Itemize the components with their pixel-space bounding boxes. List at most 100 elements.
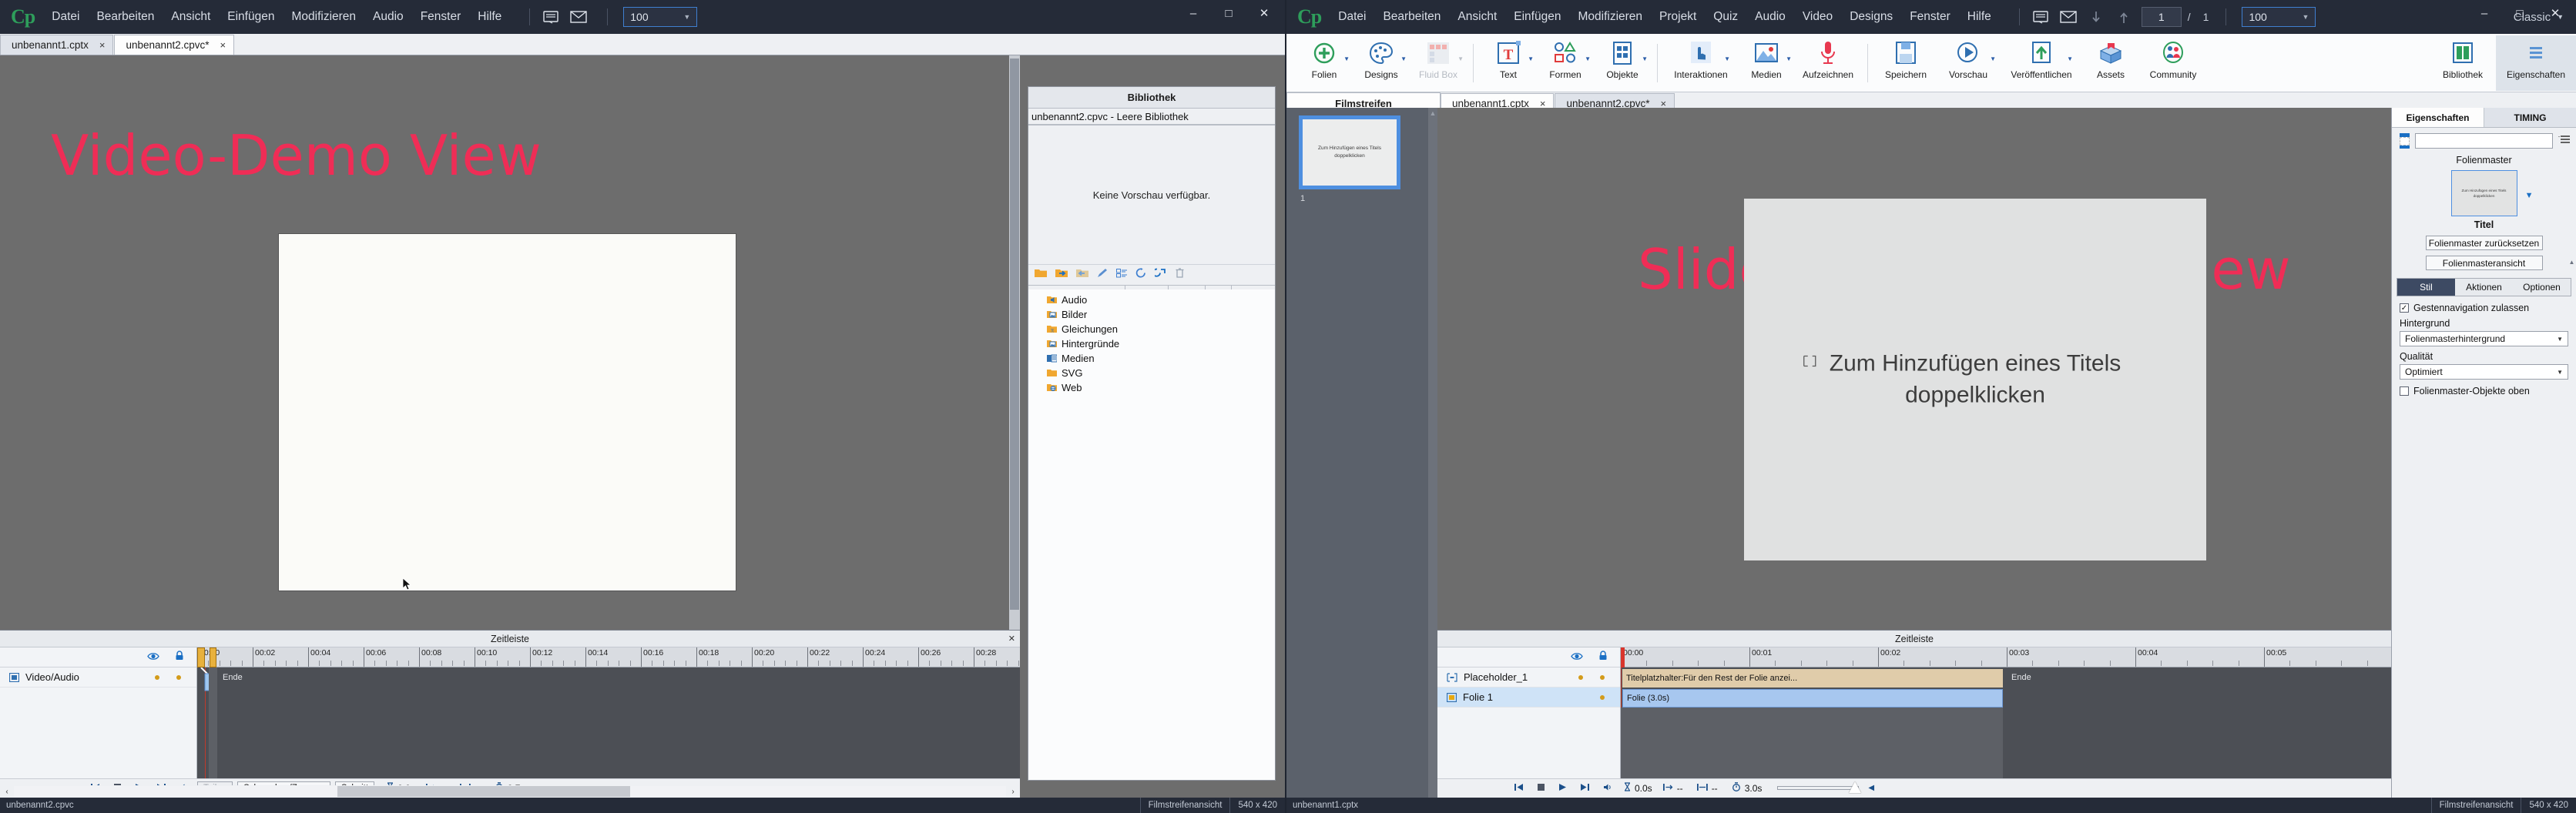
ribbon-button-vorschau[interactable]: ▼ Vorschau (1937, 35, 1999, 91)
playhead-start-marker[interactable] (197, 647, 205, 667)
chevron-down-icon[interactable]: ▼ (1343, 55, 1350, 62)
zoom-level-select[interactable]: 100 ▼ (623, 7, 698, 27)
menu-projekt[interactable]: Projekt (1659, 10, 1696, 24)
title-placeholder[interactable]: Zum Hinzufügen eines Titels doppelklicke… (1803, 349, 2121, 411)
minimize-button[interactable]: – (1176, 2, 1211, 25)
timeline-grid[interactable]: 00:0000:0100:0200:0300:0400:0500:0600:07… (1621, 647, 2391, 778)
timeline-track-folie-1[interactable]: Folie 1 (1437, 688, 1620, 708)
lock-dot[interactable] (176, 674, 181, 680)
filmstrip-scrollbar[interactable]: ▲ (1428, 108, 1437, 798)
tab-eigenschaften[interactable]: Eigenschaften (2392, 108, 2484, 127)
track-toggles[interactable] (1578, 674, 1620, 680)
close-icon[interactable]: ✕ (1008, 634, 1015, 644)
master-view-button[interactable]: Folienmasteransicht (2425, 256, 2543, 270)
reset-master-button[interactable]: Folienmaster zurücksetzen (2425, 236, 2543, 250)
slide-canvas[interactable]: Zum Hinzufügen eines Titels doppelklicke… (1744, 199, 2206, 560)
edit-pencil-icon[interactable] (1097, 268, 1108, 282)
menu-modifizieren[interactable]: Modifizieren (291, 10, 356, 24)
play-icon[interactable] (1558, 783, 1567, 794)
menu-datei[interactable]: Datei (52, 10, 79, 24)
scroll-left-icon[interactable]: ‹ (0, 788, 14, 796)
scroll-up-icon[interactable]: ▲ (1428, 108, 1437, 117)
scrollbar-thumb[interactable] (337, 786, 630, 797)
chevron-down-icon[interactable]: ▼ (1585, 55, 1591, 62)
ribbon-button-objekte[interactable]: ▼ Objekte (1594, 35, 1651, 91)
lock-dot[interactable] (1600, 694, 1605, 700)
chevron-down-icon[interactable]: ▼ (1528, 55, 1534, 62)
menu-fenster[interactable]: Fenster (1910, 10, 1950, 24)
ribbon-button-aufzeichnen[interactable]: Aufzeichnen (1795, 35, 1861, 91)
menu-datei[interactable]: Datei (1338, 10, 1366, 24)
properties-icon[interactable] (1116, 268, 1127, 282)
master-objects-checkbox-row[interactable]: Folienmaster-Objekte oben (2392, 380, 2576, 396)
menu-audio[interactable]: Audio (1755, 10, 1786, 24)
usage-link-icon[interactable] (1152, 268, 1166, 282)
menu-video[interactable]: Video (1803, 10, 1833, 24)
ribbon-button-bibliothek[interactable]: Bibliothek (2430, 35, 2496, 91)
menu-quiz[interactable]: Quiz (1713, 10, 1738, 24)
master-slide-thumbnail[interactable]: Zum Hinzufügen eines Titels doppelklicke… (2450, 170, 2534, 216)
segment-optionen[interactable]: Optionen (2513, 279, 2571, 296)
export-icon[interactable] (1076, 268, 1088, 282)
checkbox[interactable]: ✓ (2400, 303, 2409, 313)
video-canvas[interactable] (279, 234, 736, 591)
segment-aktionen[interactable]: Aktionen (2455, 279, 2513, 296)
tab-timing[interactable]: TIMING (2484, 108, 2576, 127)
skip-end-icon[interactable] (1580, 783, 1590, 794)
mail-icon[interactable] (2058, 8, 2078, 25)
slide-stage[interactable]: Slide-Presentation View Zum Hinzufügen e… (1437, 108, 2391, 798)
list-item[interactable]: Web (1028, 380, 1275, 395)
close-icon[interactable]: × (220, 39, 226, 51)
ribbon-button-formen[interactable]: ▼ Formen (1537, 35, 1594, 91)
timeline-track-placeholder-1[interactable]: Placeholder_1 (1437, 667, 1620, 688)
ribbon-button-assets[interactable]: Assets (2084, 35, 2138, 91)
menu-designs[interactable]: Designs (1850, 10, 1893, 24)
chevron-down-icon[interactable]: ▼ (1400, 55, 1407, 62)
display-settings-icon[interactable] (541, 8, 561, 25)
chevron-down-icon[interactable]: ▼ (2067, 55, 2073, 62)
close-button[interactable]: ✕ (1246, 2, 1282, 25)
scrollbar-thumb[interactable] (1010, 59, 1019, 610)
list-item[interactable]: Medien (1028, 351, 1275, 366)
mail-icon[interactable] (569, 8, 589, 25)
current-page-input[interactable]: 1 (2141, 7, 2182, 27)
new-folder-icon[interactable] (1035, 268, 1047, 282)
close-icon[interactable]: × (99, 39, 106, 51)
ribbon-button-eigenschaften[interactable]: Eigenschaften (2496, 35, 2576, 91)
timeline-clip-slide[interactable]: Folie (3.0s) (1622, 689, 2003, 708)
playhead-marker[interactable] (1621, 647, 1625, 667)
chevron-down-icon[interactable]: ▼ (1786, 55, 1792, 62)
timeline-zoom-slider[interactable] (1777, 781, 1862, 793)
menu-einfuegen[interactable]: Einfügen (227, 10, 274, 24)
chevron-down-icon[interactable]: ▼ (1724, 55, 1730, 62)
maximize-button[interactable]: □ (1211, 2, 1246, 25)
menu-bearbeiten[interactable]: Bearbeiten (1383, 10, 1441, 24)
chevron-down-icon[interactable]: ▼ (2525, 189, 2534, 203)
ribbon-button-fluid-box[interactable]: ▼ Fluid Box (1410, 35, 1467, 91)
audio-icon[interactable] (1603, 783, 1613, 794)
gesture-navigation-checkbox-row[interactable]: ✓ Gestennavigation zulassen (2392, 296, 2576, 313)
track-toggles[interactable] (155, 674, 196, 680)
doc-tab-unbenannt1-cptx[interactable]: unbenannt1.cptx × (0, 35, 114, 55)
track-toggles[interactable] (1578, 694, 1620, 700)
segment-stil[interactable]: Stil (2397, 279, 2455, 296)
scroll-left-icon[interactable]: ◀ (1868, 784, 1874, 792)
list-item[interactable]: Bilder (1028, 307, 1275, 322)
display-settings-icon[interactable] (2031, 8, 2051, 25)
next-slide-arrow-icon[interactable] (2114, 8, 2134, 25)
menu-ansicht[interactable]: Ansicht (1457, 10, 1497, 24)
timeline-grid[interactable]: 00:0000:0200:0400:0600:0800:1000:1200:14… (197, 647, 1020, 778)
stop-icon[interactable] (1537, 783, 1545, 794)
chevron-down-icon[interactable]: ▼ (1990, 55, 1996, 62)
filmstrip-slide-1[interactable]: Zum Hinzufügen eines Titels doppelklicke… (1299, 115, 1400, 189)
minimize-button[interactable]: – (2467, 2, 2502, 25)
slider-thumb[interactable] (1849, 781, 1862, 793)
lock-icon[interactable] (1598, 650, 1608, 664)
ribbon-button-designs[interactable]: ▼ Designs (1353, 35, 1410, 91)
refresh-update-icon[interactable] (1135, 268, 1146, 282)
slide-color-swatch[interactable] (2400, 133, 2410, 149)
menu-fenster[interactable]: Fenster (421, 10, 461, 24)
timeline-clip-placeholder[interactable]: Titelplatzhalter:Für den Rest der Folie … (1622, 669, 2003, 688)
lock-dot[interactable] (1600, 674, 1605, 680)
list-item[interactable]: SVG (1028, 366, 1275, 380)
